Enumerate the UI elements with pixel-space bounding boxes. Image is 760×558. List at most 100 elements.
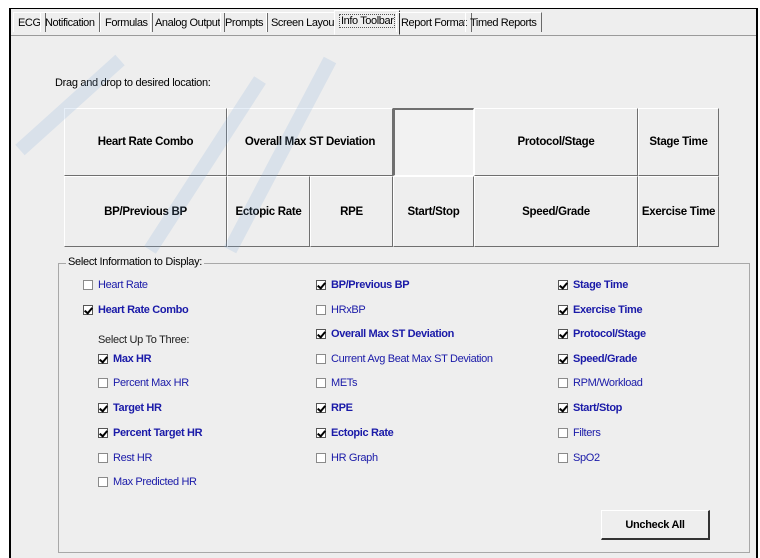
tab-label: Timed Reports bbox=[470, 17, 537, 29]
checkbox-label: Rest HR bbox=[113, 452, 153, 464]
checkbox-label: Heart Rate bbox=[98, 279, 148, 291]
checkbox-label: SpO2 bbox=[573, 452, 600, 464]
checkbox-box[interactable] bbox=[316, 453, 326, 463]
checkbox-box[interactable] bbox=[558, 378, 568, 388]
checkbox-label: Percent Max HR bbox=[113, 377, 189, 389]
checkbox-label: Target HR bbox=[113, 402, 162, 414]
toolbar-slot-rpe[interactable]: RPE bbox=[310, 176, 393, 247]
tab-analog-output[interactable]: Analog Output bbox=[150, 12, 226, 32]
checkbox-protocol-stage[interactable]: Protocol/Stage bbox=[558, 327, 646, 341]
checkbox-percent-target-hr[interactable]: Percent Target HR bbox=[98, 426, 203, 440]
checkbox-exercise-time[interactable]: Exercise Time bbox=[558, 303, 643, 317]
tab-timed-reports[interactable]: Timed Reports bbox=[465, 12, 542, 32]
checkbox-label: Overall Max ST Deviation bbox=[331, 328, 455, 340]
toolbar-slot-stage-time[interactable]: Stage Time bbox=[638, 108, 719, 176]
checkbox-box[interactable] bbox=[558, 329, 568, 339]
slot-label: Start/Stop bbox=[407, 205, 460, 218]
tab-label: Notification bbox=[45, 17, 95, 29]
tab-report-format[interactable]: Report Format bbox=[396, 12, 472, 32]
slot-label: RPE bbox=[340, 205, 363, 218]
toolbar-slot-overall-max-st[interactable]: Overall Max ST Deviation bbox=[227, 108, 393, 176]
button-label: Uncheck All bbox=[625, 518, 685, 531]
checkbox-max-predicted-hr[interactable]: Max Predicted HR bbox=[98, 475, 197, 489]
tab-label: Prompts bbox=[225, 17, 264, 29]
checkbox-box[interactable] bbox=[98, 378, 108, 388]
checkbox-label: Speed/Grade bbox=[573, 353, 638, 365]
checkbox-box[interactable] bbox=[316, 354, 326, 364]
checkbox-target-hr[interactable]: Target HR bbox=[98, 401, 162, 415]
checkbox-box[interactable] bbox=[98, 477, 108, 487]
toolbar-slot-speed-grade[interactable]: Speed/Grade bbox=[474, 176, 638, 247]
tab-label: Info Toolbar bbox=[339, 14, 396, 28]
checkbox-box[interactable] bbox=[83, 280, 93, 290]
checkbox-label: Filters bbox=[573, 427, 601, 439]
checkbox-label: METs bbox=[331, 377, 358, 389]
checkbox-box[interactable] bbox=[316, 329, 326, 339]
checkbox-box[interactable] bbox=[316, 378, 326, 388]
toolbar-slot-exercise-time[interactable]: Exercise Time bbox=[638, 176, 719, 247]
checkbox-label: Protocol/Stage bbox=[573, 328, 646, 340]
toolbar-slot-start-stop[interactable]: Start/Stop bbox=[393, 176, 474, 247]
checkbox-spo2[interactable]: SpO2 bbox=[558, 451, 600, 465]
uncheck-all-button[interactable]: Uncheck All bbox=[601, 510, 710, 540]
checkbox-percent-max-hr[interactable]: Percent Max HR bbox=[98, 376, 189, 390]
tab-label: Analog Output bbox=[155, 17, 221, 29]
checkbox-box[interactable] bbox=[98, 403, 108, 413]
select-up-to-three-label: Select Up To Three: bbox=[98, 334, 190, 346]
checkbox-speed-grade[interactable]: Speed/Grade bbox=[558, 352, 637, 366]
tab-formulas[interactable]: Formulas bbox=[100, 12, 153, 32]
checkbox-rpm-workload[interactable]: RPM/Workload bbox=[558, 376, 643, 390]
toolbar-slot-bp-previous[interactable]: BP/Previous BP bbox=[64, 176, 227, 247]
checkbox-box[interactable] bbox=[558, 354, 568, 364]
checkbox-rest-hr[interactable]: Rest HR bbox=[98, 451, 152, 465]
toolbar-slot-empty[interactable] bbox=[393, 108, 474, 176]
slot-label: Ectopic Rate bbox=[235, 205, 302, 218]
checkbox-filters[interactable]: Filters bbox=[558, 426, 601, 440]
checkbox-bp-previous-bp[interactable]: BP/Previous BP bbox=[316, 278, 410, 292]
checkbox-rpe[interactable]: RPE bbox=[316, 401, 353, 415]
toolbar-slot-ectopic-rate[interactable]: Ectopic Rate bbox=[227, 176, 310, 247]
tab-label: Formulas bbox=[105, 17, 148, 29]
checkbox-box[interactable] bbox=[558, 428, 568, 438]
toolbar-slot-heart-rate-combo[interactable]: Heart Rate Combo bbox=[64, 108, 227, 176]
checkbox-box[interactable] bbox=[558, 305, 568, 315]
tab-notification[interactable]: Notification bbox=[40, 12, 100, 32]
checkbox-max-hr[interactable]: Max HR bbox=[98, 352, 152, 366]
checkbox-label: HRxBP bbox=[331, 304, 366, 316]
checkbox-box[interactable] bbox=[558, 403, 568, 413]
slot-label: BP/Previous BP bbox=[104, 205, 187, 218]
checkbox-box[interactable] bbox=[316, 305, 326, 315]
checkbox-label: BP/Previous BP bbox=[331, 279, 410, 291]
slot-label: Overall Max ST Deviation bbox=[244, 136, 376, 148]
checkbox-box[interactable] bbox=[316, 428, 326, 438]
tab-screen-layout[interactable]: Screen Layout bbox=[266, 12, 342, 32]
checkbox-box[interactable] bbox=[83, 305, 93, 315]
checkbox-heart-rate-combo[interactable]: Heart Rate Combo bbox=[83, 303, 189, 317]
slot-label: Stage Time bbox=[649, 136, 708, 148]
checkbox-overall-max-st-deviation[interactable]: Overall Max ST Deviation bbox=[316, 327, 454, 341]
checkbox-hrxbp[interactable]: HRxBP bbox=[316, 303, 366, 317]
tab-bar: ECG Notification Formulas Analog Output … bbox=[11, 9, 756, 36]
checkbox-current-avg-beat-st[interactable]: Current Avg Beat Max ST Deviation bbox=[316, 352, 493, 366]
checkbox-box[interactable] bbox=[98, 453, 108, 463]
checkbox-box[interactable] bbox=[558, 280, 568, 290]
checkbox-box[interactable] bbox=[316, 403, 326, 413]
checkbox-box[interactable] bbox=[558, 453, 568, 463]
checkbox-stage-time[interactable]: Stage Time bbox=[558, 278, 628, 292]
checkbox-box[interactable] bbox=[98, 428, 108, 438]
toolbar-slot-protocol-stage[interactable]: Protocol/Stage bbox=[474, 108, 638, 176]
tab-prompts[interactable]: Prompts bbox=[220, 12, 269, 32]
slot-label: Exercise Time bbox=[641, 205, 716, 218]
checkbox-label: Stage Time bbox=[573, 279, 628, 291]
checkbox-start-stop[interactable]: Start/Stop bbox=[558, 401, 622, 415]
tab-info-toolbar[interactable]: Info Toolbar bbox=[334, 10, 401, 35]
checkbox-box[interactable] bbox=[98, 354, 108, 364]
checkbox-label: Heart Rate Combo bbox=[98, 304, 189, 316]
checkbox-box[interactable] bbox=[316, 280, 326, 290]
checkbox-heart-rate[interactable]: Heart Rate bbox=[83, 278, 148, 292]
checkbox-hr-graph[interactable]: HR Graph bbox=[316, 451, 378, 465]
checkbox-ectopic-rate[interactable]: Ectopic Rate bbox=[316, 426, 394, 440]
checkbox-mets[interactable]: METs bbox=[316, 376, 357, 390]
checkbox-label: RPE bbox=[331, 402, 353, 414]
checkbox-label: RPM/Workload bbox=[573, 377, 643, 389]
